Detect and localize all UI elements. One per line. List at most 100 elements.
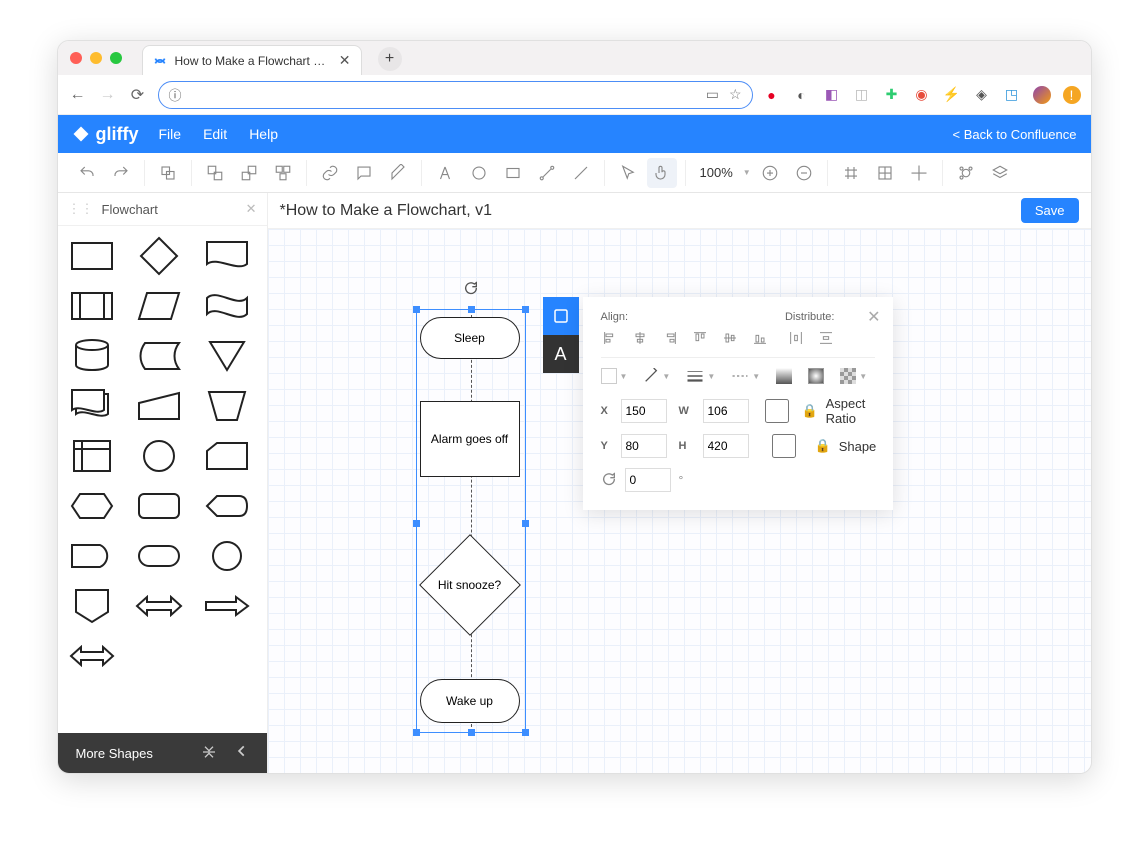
site-info-icon[interactable]: ⓘ [169,85,182,104]
layers-button[interactable] [985,158,1015,188]
shape-arrow-right[interactable] [203,588,251,624]
comment-button[interactable] [349,158,379,188]
pan-tool-button[interactable] [647,158,677,188]
undo-button[interactable] [72,158,102,188]
minimize-window-icon[interactable] [90,52,102,64]
distribute-h-icon[interactable] [787,329,805,347]
shape-stored-data[interactable] [135,338,183,374]
shape-manual-op[interactable] [203,388,251,424]
shape-or[interactable] [203,538,251,574]
shape-card[interactable] [203,438,251,474]
resize-handle[interactable] [522,306,529,313]
resize-handle[interactable] [468,729,475,736]
send-back-button[interactable] [234,158,264,188]
browser-tab[interactable]: How to Make a Flowchart with ✕ [142,45,362,75]
snap-button[interactable] [870,158,900,188]
popup-note-button[interactable] [383,158,413,188]
align-left-icon[interactable] [601,329,619,347]
resize-handle[interactable] [413,729,420,736]
align-right-icon[interactable] [661,329,679,347]
shape-preparation[interactable] [68,488,116,524]
stroke-style-picker[interactable]: ▼ [731,372,760,381]
save-button[interactable]: Save [1021,198,1079,223]
pointer-tool-button[interactable] [613,158,643,188]
text-format-tab[interactable]: A [543,335,579,373]
w-input[interactable] [703,399,749,423]
redo-button[interactable] [106,158,136,188]
pinterest-icon[interactable]: ● [763,86,781,104]
shape-display[interactable] [203,488,251,524]
profile-avatar[interactable] [1033,86,1051,104]
align-top-icon[interactable] [691,329,709,347]
tab-close-icon[interactable]: ✕ [339,52,351,69]
dark-mode-icon[interactable]: ◐ [793,86,811,104]
extension-icon-3[interactable]: ✚ [883,86,901,104]
resize-handle[interactable] [522,520,529,527]
node-wake[interactable]: Wake up [420,679,520,723]
shape-connector-circle[interactable] [135,438,183,474]
menu-file[interactable]: File [159,126,182,142]
back-icon[interactable]: ← [68,86,88,104]
gradient-fill-icon[interactable] [776,368,792,384]
more-shapes-button[interactable]: More Shapes [76,746,153,761]
stroke-color-picker[interactable]: ▼ [643,368,670,384]
update-badge-icon[interactable]: ! [1063,86,1081,104]
shape-alt-process[interactable] [135,488,183,524]
fullscreen-window-icon[interactable] [110,52,122,64]
canvas[interactable]: Sleep Alarm goes off Hit snooze? Wake up [268,229,1091,773]
theme-button[interactable] [951,158,981,188]
zoom-level[interactable]: 100% [694,165,739,180]
shape-manual-input[interactable] [135,388,183,424]
extension-icon-4[interactable]: ◉ [913,86,931,104]
panel-close-icon[interactable]: ✕ [867,307,880,327]
shape-terminator[interactable] [135,538,183,574]
shape-database[interactable] [68,338,116,374]
extension-icon-1[interactable]: ◧ [823,86,841,104]
align-center-h-icon[interactable] [631,329,649,347]
shape-paper-tape[interactable] [203,288,251,324]
node-alarm[interactable]: Alarm goes off [420,401,520,477]
fill-color-picker[interactable]: ▼ [601,368,628,384]
extension-icon-2[interactable]: ◫ [853,86,871,104]
extension-icon-7[interactable]: ◳ [1003,86,1021,104]
bookmark-star-icon[interactable]: ☆ [729,86,742,103]
reload-icon[interactable]: ⟳ [128,85,148,105]
back-to-confluence-link[interactable]: < Back to Confluence [953,127,1077,142]
collapse-shapes-icon[interactable] [201,744,217,763]
shape-predefined[interactable] [68,288,116,324]
h-input[interactable] [703,434,749,458]
shape-decision[interactable] [135,238,183,274]
shape-arrow-bidir[interactable] [68,638,116,674]
stroke-weight-picker[interactable]: ▼ [686,369,715,383]
sidebar-close-icon[interactable]: ✕ [246,201,257,217]
shape-document[interactable] [203,238,251,274]
selection-box[interactable] [416,309,526,733]
extension-icon-5[interactable]: ⚡ [943,86,961,104]
guides-button[interactable] [904,158,934,188]
reader-mode-icon[interactable]: ▭ [706,86,719,103]
menu-help[interactable]: Help [249,126,278,142]
y-input[interactable] [621,434,667,458]
shape-data[interactable] [135,288,183,324]
aspect-ratio-checkbox[interactable] [761,399,794,423]
resize-handle[interactable] [468,306,475,313]
line-tool-button[interactable] [566,158,596,188]
node-snooze[interactable]: Hit snooze? [420,535,520,635]
zoom-in-button[interactable] [755,158,785,188]
text-tool-button[interactable] [430,158,460,188]
shape-delay[interactable] [68,538,116,574]
shape-multi-document[interactable] [68,388,116,424]
shape-format-tab[interactable] [543,297,579,335]
link-button[interactable] [315,158,345,188]
node-sleep[interactable]: Sleep [420,317,520,359]
extension-icon-6[interactable]: ◈ [973,86,991,104]
drag-grip-icon[interactable]: ⋮⋮ [68,201,94,217]
angle-input[interactable] [625,468,671,492]
shape-extract[interactable] [203,338,251,374]
group-button[interactable] [153,158,183,188]
grid-button[interactable] [836,158,866,188]
rect-tool-button[interactable] [498,158,528,188]
connector-tool-button[interactable] [532,158,562,188]
close-window-icon[interactable] [70,52,82,64]
radial-fill-icon[interactable] [808,368,824,384]
